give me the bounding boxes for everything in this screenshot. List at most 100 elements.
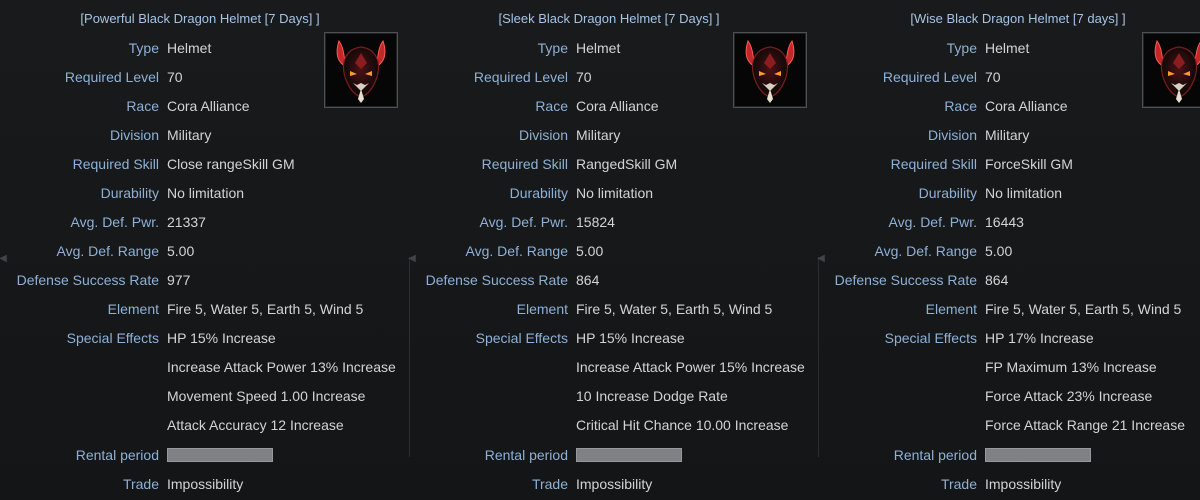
avg-def-pwr-label: Avg. Def. Pwr. [888,214,977,230]
trade-value: Impossibility [167,476,244,492]
required-skill-row: Required Skill Close rangeSkill GM [0,154,400,174]
durability-row: Durability No limitation [0,183,400,203]
avg-def-pwr-label: Avg. Def. Pwr. [479,214,568,230]
required-level-label: Required Level [64,69,159,85]
element-label: Element [925,301,977,317]
type-row: Type Helmet [818,38,1200,58]
special-effect-row: 10 Increase Dodge Rate [409,386,809,406]
item-title: [Sleek Black Dragon Helmet [7 Days] ] [498,11,720,26]
required-skill-label: Required Skill [890,156,977,172]
item-tooltip-panel: ◀ [Powerful Black Dragon Helmet [7 Days]… [0,0,400,500]
rental-period-bar [985,448,1091,462]
special-effect-row: Critical Hit Chance 10.00 Increase [409,415,809,435]
required-level-label: Required Level [882,69,977,85]
required-level-value: 70 [985,69,1001,85]
division-label: Division [927,127,977,143]
durability-label: Durability [100,185,159,201]
avg-def-range-label: Avg. Def. Range [56,243,159,259]
element-row: Element Fire 5, Water 5, Earth 5, Wind 5 [409,299,809,319]
avg-def-range-row: Avg. Def. Range 5.00 [818,241,1200,261]
defense-success-rate-label: Defense Success Rate [425,272,568,288]
avg-def-range-row: Avg. Def. Range 5.00 [409,241,809,261]
avg-def-pwr-value: 21337 [167,214,206,230]
rental-period-bar [576,448,682,462]
special-effect: Increase Attack Power 15% Increase [576,359,805,375]
durability-value: No limitation [985,185,1063,201]
required-level-row: Required Level 70 [818,67,1200,87]
special-effect-row: Force Attack 23% Increase [818,386,1200,406]
special-effect: HP 15% Increase [167,330,276,346]
special-effects-row: Special Effects HP 17% Increase [818,328,1200,348]
avg-def-pwr-row: Avg. Def. Pwr. 15824 [409,212,809,232]
trade-row: Trade Impossibility [818,474,1200,494]
trade-label: Trade [122,476,159,492]
division-label: Division [518,127,568,143]
special-effect-row: Force Attack Range 21 Increase [818,415,1200,435]
avg-def-range-row: Avg. Def. Range 5.00 [0,241,400,261]
race-row: Race Cora Alliance [818,96,1200,116]
special-effect-row: Attack Accuracy 12 Increase [0,415,400,435]
durability-row: Durability No limitation [409,183,809,203]
required-skill-label: Required Skill [481,156,568,172]
durability-label: Durability [918,185,977,201]
trade-value: Impossibility [576,476,653,492]
race-value: Cora Alliance [985,98,1068,114]
avg-def-range-value: 5.00 [576,243,604,259]
special-effect: Force Attack 23% Increase [985,388,1153,404]
race-label: Race [535,98,568,114]
element-label: Element [516,301,568,317]
trade-row: Trade Impossibility [409,474,809,494]
type-label: Type [537,40,568,56]
item-title: [Powerful Black Dragon Helmet [7 Days] ] [80,11,320,26]
item-comparison-view: ◀ [Powerful Black Dragon Helmet [7 Days]… [0,0,1200,500]
required-level-value: 70 [167,69,183,85]
type-label: Type [128,40,159,56]
required-skill-row: Required Skill ForceSkill GM [818,154,1200,174]
special-effect-row: Increase Attack Power 13% Increase [0,357,400,377]
durability-row: Durability No limitation [818,183,1200,203]
type-value: Helmet [576,40,621,56]
defense-success-rate-row: Defense Success Rate 977 [0,270,400,290]
special-effects-row: Special Effects HP 15% Increase [409,328,809,348]
required-level-row: Required Level 70 [409,67,809,87]
division-value: Military [576,127,621,143]
rental-period-bar [167,448,273,462]
division-row: Division Military [818,125,1200,145]
special-effect: HP 17% Increase [985,330,1094,346]
division-row: Division Military [0,125,400,145]
avg-def-range-label: Avg. Def. Range [465,243,568,259]
type-label: Type [946,40,977,56]
division-label: Division [109,127,159,143]
special-effect: Increase Attack Power 13% Increase [167,359,396,375]
special-effect-row: FP Maximum 13% Increase [818,357,1200,377]
special-effect-row: Increase Attack Power 15% Increase [409,357,809,377]
race-value: Cora Alliance [576,98,659,114]
special-effects-label: Special Effects [475,330,568,346]
defense-success-rate-value: 864 [576,272,600,288]
avg-def-range-label: Avg. Def. Range [874,243,977,259]
trade-label: Trade [531,476,568,492]
required-skill-value: RangedSkill GM [576,156,678,172]
type-value: Helmet [167,40,212,56]
division-row: Division Military [409,125,809,145]
avg-def-pwr-row: Avg. Def. Pwr. 16443 [818,212,1200,232]
element-value: Fire 5, Water 5, Earth 5, Wind 5 [576,301,773,317]
race-row: Race Cora Alliance [0,96,400,116]
special-effect: 10 Increase Dodge Rate [576,388,728,404]
avg-def-pwr-value: 15824 [576,214,615,230]
trade-label: Trade [940,476,977,492]
item-title: [Wise Black Dragon Helmet [7 days] ] [910,11,1126,26]
rental-period-label: Rental period [484,447,568,463]
item-tooltip-panel: ◀ [Wise Black Dragon Helmet [7 days] ] T… [817,0,1200,500]
special-effect: Force Attack Range 21 Increase [985,417,1185,433]
special-effects-label: Special Effects [66,330,159,346]
avg-def-pwr-row: Avg. Def. Pwr. 21337 [0,212,400,232]
division-value: Military [985,127,1030,143]
trade-value: Impossibility [985,476,1062,492]
required-skill-value: ForceSkill GM [985,156,1073,172]
required-skill-value: Close rangeSkill GM [167,156,295,172]
type-row: Type Helmet [409,38,809,58]
special-effect-row: Movement Speed 1.00 Increase [0,386,400,406]
rental-period-row: Rental period [409,445,809,465]
avg-def-pwr-value: 16443 [985,214,1024,230]
